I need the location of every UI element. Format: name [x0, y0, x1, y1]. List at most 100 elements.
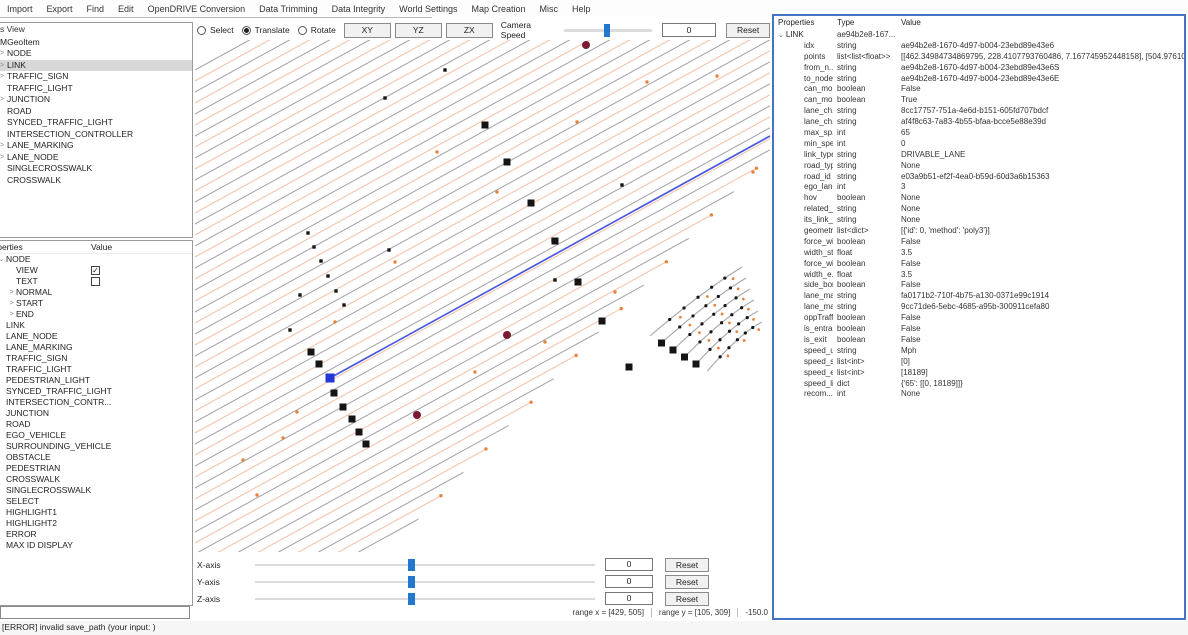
inspector-row-link-type[interactable]: link_typestringDRIVABLE_LANE: [774, 150, 1184, 161]
inspector-row-hov[interactable]: hovbooleanNone: [774, 193, 1184, 204]
inspector-row-min-spe[interactable]: min_spe...int0: [774, 139, 1184, 150]
plane-button-yz[interactable]: YZ: [395, 23, 442, 38]
plane-button-zx[interactable]: ZX: [446, 23, 493, 38]
inspector-row-force-wi[interactable]: force_wi...booleanFalse: [774, 237, 1184, 248]
mode-radio-select[interactable]: Select: [197, 25, 234, 35]
inspector-row-geometry[interactable]: geometrylist<dict>[{'id': 0, 'method': '…: [774, 226, 1184, 237]
x-axis-value-input[interactable]: 0: [605, 558, 653, 571]
props-row-junction[interactable]: JUNCTION: [0, 408, 192, 419]
menu-item-misc[interactable]: Misc: [533, 2, 566, 16]
menu-item-opendrive-conversion[interactable]: OpenDRIVE Conversion: [141, 2, 253, 16]
inspector-row-can-mo[interactable]: can_mo...booleanFalse: [774, 84, 1184, 95]
inspector-row-speed-u[interactable]: speed_u...stringMph: [774, 346, 1184, 357]
chevron-right-icon[interactable]: >: [0, 60, 7, 72]
chevron-right-icon[interactable]: >: [0, 71, 7, 83]
inspector-row-from-n[interactable]: from_n...stringae94b2e8-1670-4d97-b004-2…: [774, 63, 1184, 74]
inspector-row-lane-ch[interactable]: lane_ch...stringaf4f8c63-7a83-4b55-bfaa-…: [774, 117, 1184, 128]
radio-icon[interactable]: [197, 26, 206, 35]
props-row-pedestrian-light[interactable]: PEDESTRIAN_LIGHT: [0, 375, 192, 386]
mode-radio-translate[interactable]: Translate: [242, 25, 290, 35]
inspector-row-max-sp[interactable]: max_sp...int65: [774, 128, 1184, 139]
inspector-row-force-wi[interactable]: force_wi...booleanFalse: [774, 259, 1184, 270]
props-row-intersection-contr[interactable]: INTERSECTION_CONTR...: [0, 397, 192, 408]
menu-item-export[interactable]: Export: [40, 2, 80, 16]
camera-speed-value-input[interactable]: 0: [662, 23, 717, 37]
props-row-normal[interactable]: >NORMAL: [0, 287, 192, 298]
props-row-crosswalk[interactable]: CROSSWALK: [0, 474, 192, 485]
props-row-synced-traffic-light[interactable]: SYNCED_TRAFFIC_LIGHT: [0, 386, 192, 397]
menu-item-edit[interactable]: Edit: [111, 2, 141, 16]
chevron-right-icon[interactable]: >: [0, 140, 7, 152]
props-row-lane-node[interactable]: LANE_NODE: [0, 331, 192, 342]
props-row-select[interactable]: SELECT: [0, 496, 192, 507]
inspector-row-recom[interactable]: recom...intNone: [774, 389, 1184, 400]
inspector-row-idx[interactable]: idxstringae94b2e8-1670-4d97-b004-23ebd89…: [774, 41, 1184, 52]
inspector-row-its-link-id[interactable]: its_link_idstringNone: [774, 215, 1184, 226]
tree-item-node[interactable]: >NODE: [0, 48, 192, 60]
menu-item-import[interactable]: Import: [0, 2, 40, 16]
tree-item-intersection-controller[interactable]: INTERSECTION_CONTROLLER: [0, 129, 192, 141]
chevron-right-icon[interactable]: >: [7, 298, 16, 309]
z-axis-slider-handle[interactable]: [408, 593, 415, 605]
inspector-row-lane-ma[interactable]: lane_ma...string9cc71de6-5ebc-4685-a95b-…: [774, 302, 1184, 313]
props-row-text[interactable]: TEXT: [0, 276, 192, 287]
tree-item-link[interactable]: >LINK: [0, 60, 192, 72]
y-axis-slider[interactable]: [255, 581, 595, 583]
inspector-row-opptraffic[interactable]: oppTrafficbooleanFalse: [774, 313, 1184, 324]
z-axis-slider[interactable]: [255, 598, 595, 600]
camera-speed-slider-handle[interactable]: [604, 24, 610, 37]
y-axis-reset-button[interactable]: Reset: [665, 575, 709, 589]
chevron-right-icon[interactable]: >: [0, 152, 7, 164]
tree-item-crosswalk[interactable]: CROSSWALK: [0, 175, 192, 187]
menu-item-find[interactable]: Find: [80, 2, 112, 16]
props-row-highlight1[interactable]: HIGHLIGHT1: [0, 507, 192, 518]
props-row-error[interactable]: ERROR: [0, 529, 192, 540]
inspector-row-ego-lane[interactable]: ego_laneint3: [774, 182, 1184, 193]
z-axis-reset-button[interactable]: Reset: [665, 592, 709, 606]
inspector-row-speed-list[interactable]: speed_listdict{'65': [[0, 18189]]}: [774, 379, 1184, 390]
checkbox-unchecked-icon[interactable]: [91, 277, 100, 286]
props-row-surrounding-vehicle[interactable]: SURROUNDING_VEHICLE: [0, 441, 192, 452]
mode-radio-rotate[interactable]: Rotate: [298, 25, 336, 35]
y-axis-slider-handle[interactable]: [408, 576, 415, 588]
menu-item-map-creation[interactable]: Map Creation: [465, 2, 533, 16]
inspector-row-lane-ch[interactable]: lane_ch...string8cc17757-751a-4e6d-b151-…: [774, 106, 1184, 117]
map-viewport[interactable]: [195, 40, 770, 552]
inspector-row-is-entra[interactable]: is_entra...booleanFalse: [774, 324, 1184, 335]
props-row-node[interactable]: ⌄NODE: [0, 254, 192, 265]
props-row-lane-marking[interactable]: LANE_MARKING: [0, 342, 192, 353]
props-row-obstacle[interactable]: OBSTACLE: [0, 452, 192, 463]
inspector-row-can-mo[interactable]: can_mo...booleanTrue: [774, 95, 1184, 106]
x-axis-reset-button[interactable]: Reset: [665, 558, 709, 572]
menu-item-data-integrity[interactable]: Data Integrity: [325, 2, 393, 16]
props-row-end[interactable]: >END: [0, 309, 192, 320]
props-row-traffic-light[interactable]: TRAFFIC_LIGHT: [0, 364, 192, 375]
camera-speed-slider[interactable]: [564, 29, 652, 32]
x-axis-slider[interactable]: [255, 564, 595, 566]
tree-root-mgeoitem[interactable]: MGeoItem: [0, 36, 192, 48]
tree-item-lane-node[interactable]: >LANE_NODE: [0, 152, 192, 164]
tree-item-lane-marking[interactable]: >LANE_MARKING: [0, 140, 192, 152]
inspector-row-speed-e[interactable]: speed_e...list<int>[18189]: [774, 368, 1184, 379]
tree-item-junction[interactable]: >JUNCTION: [0, 94, 192, 106]
checkbox-checked-icon[interactable]: ✓: [91, 266, 100, 275]
inspector-row-width-e[interactable]: width_e...float3.5: [774, 270, 1184, 281]
menu-item-world-settings[interactable]: World Settings: [392, 2, 464, 16]
inspector-row-to-node[interactable]: to_nodestringae94b2e8-1670-4d97-b004-23e…: [774, 74, 1184, 85]
inspector-row-road-id[interactable]: road_idstringe03a9b51-ef2f-4ea0-b59d-60d…: [774, 172, 1184, 183]
props-row-highlight2[interactable]: HIGHLIGHT2: [0, 518, 192, 529]
props-row-max-id-display[interactable]: MAX ID DISPLAY: [0, 540, 192, 551]
tree-item-singlecrosswalk[interactable]: SINGLECROSSWALK: [0, 163, 192, 175]
tree-item-road[interactable]: ROAD: [0, 106, 192, 118]
props-row-view[interactable]: VIEW✓: [0, 265, 192, 276]
props-row-road[interactable]: ROAD: [0, 419, 192, 430]
menu-item-data-trimming[interactable]: Data Trimming: [252, 2, 325, 16]
z-axis-value-input[interactable]: 0: [605, 592, 653, 605]
plane-button-xy[interactable]: XY: [344, 23, 391, 38]
inspector-root-row[interactable]: ⌄LINKae94b2e8-167...: [774, 30, 1184, 41]
props-row-traffic-sign[interactable]: TRAFFIC_SIGN: [0, 353, 192, 364]
y-axis-value-input[interactable]: 0: [605, 575, 653, 588]
inspector-row-is-exit[interactable]: is_exitbooleanFalse: [774, 335, 1184, 346]
camera-reset-button[interactable]: Reset: [726, 23, 770, 38]
chevron-right-icon[interactable]: >: [0, 94, 7, 106]
